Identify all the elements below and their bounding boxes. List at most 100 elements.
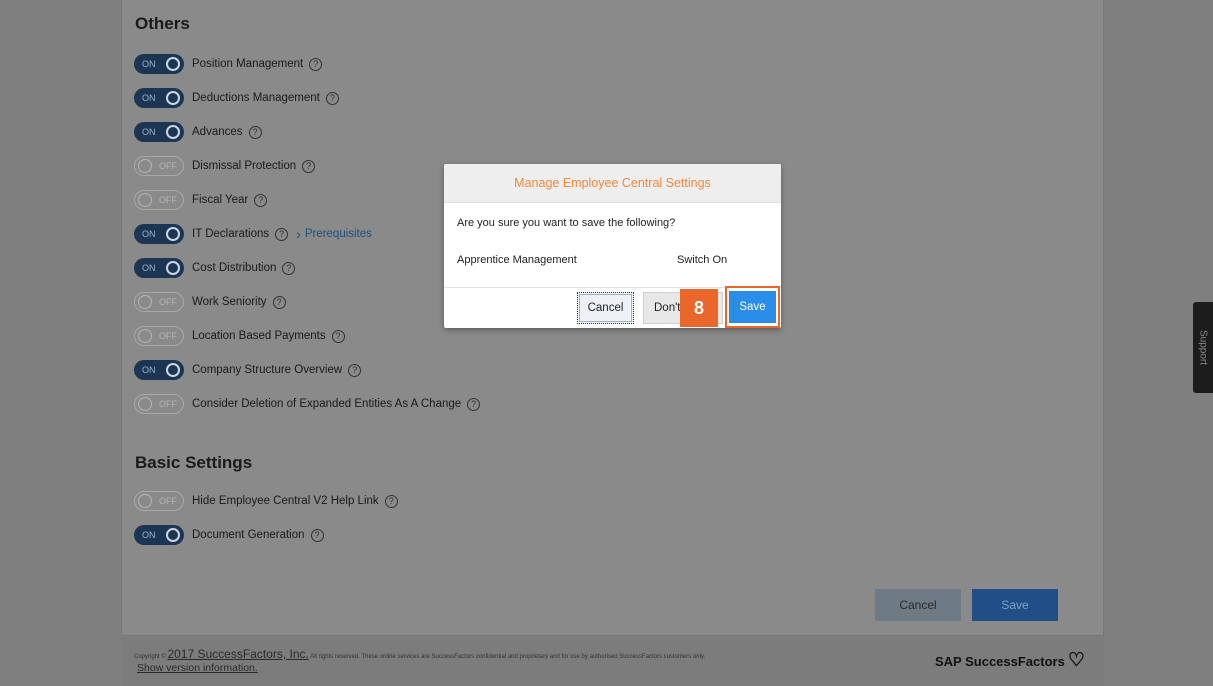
dialog-title: Manage Employee Central Settings [444, 164, 781, 203]
dialog-cancel-button[interactable]: Cancel [577, 292, 634, 324]
toggle-state-label: ON [142, 93, 156, 103]
setting-row-it-declarations: ON IT Declarations? › Prerequisites [134, 223, 372, 245]
toggle-knob-icon [166, 57, 180, 71]
brand-name: SAP SuccessFactors [935, 653, 1065, 669]
setting-label: Deductions Management [192, 92, 320, 104]
help-icon[interactable]: ? [348, 363, 362, 377]
toggle-state-label: OFF [159, 496, 177, 506]
copyright-company-link[interactable]: 2017 SuccessFactors, Inc. [167, 647, 308, 661]
toggle-company-structure-overview[interactable]: ON [134, 360, 184, 380]
toggle-knob-icon [166, 125, 180, 139]
toggle-dismissal-protection[interactable]: OFF [134, 156, 184, 176]
toggle-knob-icon [138, 159, 152, 173]
toggle-knob-icon [166, 363, 180, 377]
toggle-state-label: OFF [159, 161, 177, 171]
setting-label: Dismissal Protection [192, 160, 297, 172]
help-icon[interactable]: ? [302, 159, 316, 173]
prerequisites-link[interactable]: › Prerequisites [296, 226, 372, 242]
setting-label: IT Declarations [192, 228, 270, 240]
chevron-right-icon: › [296, 226, 301, 242]
setting-row-dismissal-protection: OFF Dismissal Protection? [134, 155, 316, 177]
toggle-state-label: ON [142, 127, 156, 137]
dialog-save-button[interactable]: Save [729, 291, 776, 323]
help-icon[interactable]: ? [275, 227, 289, 241]
toggle-state-label: ON [142, 59, 156, 69]
setting-label: Fiscal Year [192, 194, 249, 206]
toggle-consider-deletion-of-expanded-entities-as-a-change[interactable]: OFF [134, 394, 184, 414]
setting-row-hide-employee-central-v2-help-link: OFF Hide Employee Central V2 Help Link? [134, 490, 398, 512]
help-icon[interactable]: ? [272, 295, 286, 309]
dialog-setting-name: Apprentice Management [457, 254, 577, 266]
toggle-knob-icon [138, 494, 152, 508]
toggle-state-label: ON [142, 263, 156, 273]
help-icon[interactable]: ? [309, 57, 323, 71]
toggle-cost-distribution[interactable]: ON [134, 258, 184, 278]
prerequisites-link-label: Prerequisites [304, 228, 372, 240]
copyright-text: Copyright © 2017 SuccessFactors, Inc. Al… [134, 647, 894, 662]
toggle-state-label: OFF [159, 399, 177, 409]
toggle-knob-icon [166, 91, 180, 105]
toggle-state-label: OFF [159, 331, 177, 341]
toggle-knob-icon [138, 193, 152, 207]
brand-logo: SAP SuccessFactors ♡ [935, 651, 1085, 670]
setting-row-company-structure-overview: ON Company Structure Overview? [134, 359, 362, 381]
setting-row-document-generation: ON Document Generation? [134, 524, 324, 546]
help-icon[interactable]: ? [325, 91, 339, 105]
toggle-hide-employee-central-v2-help-link[interactable]: OFF [134, 491, 184, 511]
copyright-rest: All rights reserved. These online servic… [310, 654, 706, 660]
setting-row-location-based-payments: OFF Location Based Payments? [134, 325, 345, 347]
setting-label: Advances [192, 126, 243, 138]
toggle-location-based-payments[interactable]: OFF [134, 326, 184, 346]
toggle-state-label: ON [142, 530, 156, 540]
toggle-knob-icon [166, 227, 180, 241]
save-button[interactable]: Save [972, 589, 1058, 621]
setting-label: Company Structure Overview [192, 364, 343, 376]
help-icon[interactable]: ? [254, 193, 268, 207]
dialog-setting-value: Switch On [677, 254, 728, 266]
help-icon[interactable]: ? [467, 397, 481, 411]
toggle-knob-icon [138, 295, 152, 309]
toggle-state-label: OFF [159, 297, 177, 307]
setting-label: Location Based Payments [192, 330, 326, 342]
setting-row-advances: ON Advances? [134, 121, 262, 143]
toggle-position-management[interactable]: ON [134, 54, 184, 74]
setting-row-deductions-management: ON Deductions Management? [134, 87, 339, 109]
toggle-advances[interactable]: ON [134, 122, 184, 142]
step-number-badge: 8 [680, 289, 718, 327]
toggle-state-label: OFF [159, 195, 177, 205]
toggle-work-seniority[interactable]: OFF [134, 292, 184, 312]
toggle-knob-icon [166, 528, 180, 542]
help-icon[interactable]: ? [248, 125, 262, 139]
setting-row-fiscal-year: OFF Fiscal Year? [134, 189, 268, 211]
setting-label: Consider Deletion of Expanded Entities A… [192, 398, 462, 410]
setting-row-cost-distribution: ON Cost Distribution? [134, 257, 296, 279]
toggle-deductions-management[interactable]: ON [134, 88, 184, 108]
toggle-state-label: ON [142, 365, 156, 375]
cancel-button[interactable]: Cancel [875, 589, 961, 621]
setting-label: Document Generation [192, 529, 305, 541]
support-tab[interactable]: Support [1193, 302, 1213, 393]
confirm-save-dialog: Manage Employee Central Settings Are you… [444, 164, 781, 328]
setting-label: Work Seniority [192, 296, 267, 308]
toggle-it-declarations[interactable]: ON [134, 224, 184, 244]
toggle-knob-icon [138, 397, 152, 411]
setting-row-work-seniority: OFF Work Seniority? [134, 291, 286, 313]
toggle-knob-icon [138, 329, 152, 343]
copyright-prefix: Copyright © [134, 654, 166, 660]
setting-row-position-management: ON Position Management? [134, 53, 323, 75]
help-icon[interactable]: ? [384, 494, 398, 508]
help-icon[interactable]: ? [331, 329, 345, 343]
section-title-basic-settings: Basic Settings [135, 453, 253, 472]
section-title-others: Others [135, 14, 190, 33]
toggle-document-generation[interactable]: ON [134, 525, 184, 545]
show-version-link[interactable]: Show version information. [137, 662, 258, 674]
setting-label: Hide Employee Central V2 Help Link [192, 495, 379, 507]
dialog-question: Are you sure you want to save the follow… [457, 217, 676, 229]
toggle-knob-icon [166, 261, 180, 275]
help-icon[interactable]: ? [310, 528, 324, 542]
toggle-fiscal-year[interactable]: OFF [134, 190, 184, 210]
setting-label: Position Management [192, 58, 304, 70]
setting-row-consider-deletion-of-expanded-entities-as-a-change: OFF Consider Deletion of Expanded Entitie… [134, 393, 481, 415]
help-icon[interactable]: ? [282, 261, 296, 275]
toggle-state-label: ON [142, 229, 156, 239]
